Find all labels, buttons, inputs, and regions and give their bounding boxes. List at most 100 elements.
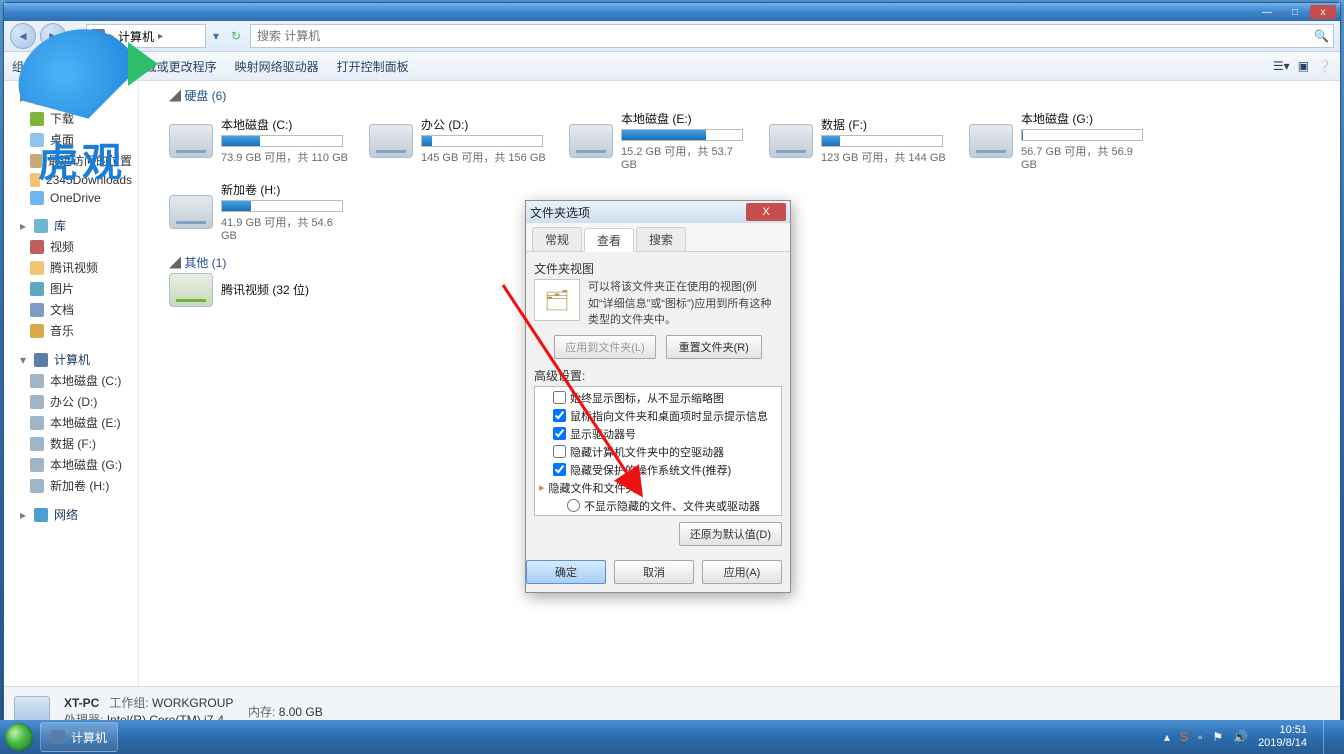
advanced-setting-item[interactable]: 显示驱动器号 <box>539 425 777 443</box>
sidebar-network[interactable]: ▸网络 <box>4 504 138 525</box>
sidebar-desktop[interactable]: 桌面 <box>4 129 138 150</box>
sidebar-drive-c[interactable]: 本地磁盘 (C:) <box>4 370 138 391</box>
sidebar-drive-d[interactable]: 办公 (D:) <box>4 391 138 412</box>
sidebar-pictures[interactable]: 图片 <box>4 278 138 299</box>
ok-button[interactable]: 确定 <box>526 560 606 584</box>
system-properties-button[interactable]: 系统属性 <box>67 58 115 75</box>
close-button[interactable]: x <box>1310 5 1336 19</box>
drive-item[interactable]: 新加卷 (H:) 41.9 GB 可用，共 54.6 GB <box>169 181 349 242</box>
advanced-setting-item[interactable]: 隐藏受保护的操作系统文件(推荐) <box>539 461 777 479</box>
sidebar-txvideo[interactable]: 腾讯视频 <box>4 257 138 278</box>
sidebar-documents[interactable]: 文档 <box>4 299 138 320</box>
search-box[interactable]: 🔍 <box>250 24 1334 48</box>
sidebar-downloads[interactable]: 下载 <box>4 108 138 129</box>
folder-icon <box>30 261 44 275</box>
drive-item[interactable]: 本地磁盘 (G:) 56.7 GB 可用，共 56.9 GB <box>969 110 1149 171</box>
group-hdd-header[interactable]: ◢ 硬盘 (6) <box>169 85 1330 106</box>
show-desktop-button[interactable] <box>1323 720 1336 754</box>
video-icon <box>30 240 44 254</box>
dialog-tabs: 常规 查看 搜索 <box>526 223 790 252</box>
tab-view[interactable]: 查看 <box>584 228 634 252</box>
map-network-drive-button[interactable]: 映射网络驱动器 <box>235 58 319 75</box>
drive-item[interactable]: 本地磁盘 (C:) 73.9 GB 可用，共 110 GB <box>169 110 349 171</box>
tray-volume-icon[interactable]: 🔊 <box>1233 730 1248 744</box>
minimize-button[interactable]: — <box>1254 5 1280 19</box>
tray-app-icon[interactable]: S <box>1180 730 1188 744</box>
drive-item[interactable]: 办公 (D:) 145 GB 可用，共 156 GB <box>369 110 549 171</box>
drive-name: 本地磁盘 (G:) <box>1021 110 1149 127</box>
sidebar-videos[interactable]: 视频 <box>4 236 138 257</box>
tray-clock[interactable]: 10:51 2019/8/14 <box>1258 724 1307 750</box>
advanced-settings-list[interactable]: 始终显示图标，从不显示缩略图鼠标指向文件夹和桌面项时显示提示信息显示驱动器号隐藏… <box>534 386 782 516</box>
refresh-icon[interactable]: ↻ <box>226 25 246 47</box>
music-icon <box>30 324 44 338</box>
nav-back-button[interactable]: ◄ <box>10 23 36 49</box>
sidebar-2345downloads[interactable]: 2345Downloads <box>4 171 138 189</box>
tray-chevron-icon[interactable]: ▴ <box>1164 730 1170 744</box>
drive-usage-bar <box>621 129 743 141</box>
nav-forward-button[interactable]: ► <box>40 23 66 49</box>
advanced-setting-item[interactable]: 显示隐藏的文件、文件夹和驱动器 <box>539 515 777 516</box>
radio-input[interactable] <box>567 499 580 512</box>
sidebar-drive-g[interactable]: 本地磁盘 (G:) <box>4 454 138 475</box>
recent-icon <box>30 154 42 168</box>
drive-usage-bar <box>421 135 543 147</box>
advanced-setting-item[interactable]: 始终显示图标，从不显示缩略图 <box>539 389 777 407</box>
advanced-setting-item[interactable]: ▸隐藏文件和文件夹 <box>539 479 777 497</box>
breadcrumb-dropdown[interactable]: ▾ <box>210 29 222 43</box>
tab-general[interactable]: 常规 <box>532 227 582 251</box>
reset-folders-button[interactable]: 重置文件夹(R) <box>666 335 762 359</box>
apply-button[interactable]: 应用(A) <box>702 560 782 584</box>
sidebar-onedrive[interactable]: OneDrive <box>4 189 138 207</box>
checkbox-input[interactable] <box>553 409 566 422</box>
help-icon[interactable]: ❔ <box>1317 59 1332 73</box>
advanced-setting-item[interactable]: 鼠标指向文件夹和桌面项时显示提示信息 <box>539 407 777 425</box>
sidebar-favorites[interactable]: ▸收藏夹 <box>4 87 138 108</box>
preview-pane-icon[interactable]: ▣ <box>1298 59 1309 73</box>
dialog-close-button[interactable]: X <box>746 203 786 221</box>
dialog-titlebar[interactable]: 文件夹选项 X <box>526 201 790 223</box>
cancel-button[interactable]: 取消 <box>614 560 694 584</box>
taskbar-item-explorer[interactable]: 计算机 <box>40 722 118 752</box>
drive-item[interactable]: 数据 (F:) 123 GB 可用，共 144 GB <box>769 110 949 171</box>
search-input[interactable] <box>255 28 1314 44</box>
restore-defaults-button[interactable]: 还原为默认值(D) <box>679 522 782 546</box>
drive-usage-text: 73.9 GB 可用，共 110 GB <box>221 149 349 165</box>
tray-action-icon[interactable]: ▫ <box>1198 730 1202 744</box>
drive-icon <box>369 124 413 158</box>
uninstall-programs-button[interactable]: 卸载或更改程序 <box>133 58 217 75</box>
drive-name: 本地磁盘 (E:) <box>621 110 749 127</box>
sidebar-computer[interactable]: ▾计算机 <box>4 349 138 370</box>
nav-history-dropdown[interactable]: ▾ <box>70 29 82 43</box>
maximize-button[interactable]: □ <box>1282 5 1308 19</box>
sidebar-drive-h[interactable]: 新加卷 (H:) <box>4 475 138 496</box>
sidebar-drive-f[interactable]: 数据 (F:) <box>4 433 138 454</box>
dialog-title: 文件夹选项 <box>530 204 746 221</box>
tray-flag-icon[interactable]: ⚑ <box>1212 730 1223 744</box>
window-titlebar: — □ x <box>4 3 1340 21</box>
drive-icon <box>30 437 44 451</box>
drive-item[interactable]: 本地磁盘 (E:) 15.2 GB 可用，共 53.7 GB <box>569 110 749 171</box>
sidebar-music[interactable]: 音乐 <box>4 320 138 341</box>
apply-to-folders-button[interactable]: 应用到文件夹(L) <box>554 335 655 359</box>
drive-usage-text: 145 GB 可用，共 156 GB <box>421 149 549 165</box>
checkbox-input[interactable] <box>553 427 566 440</box>
breadcrumb[interactable]: ▸ 计算机 ▸ <box>86 24 206 48</box>
start-button[interactable] <box>0 720 38 754</box>
advanced-setting-item[interactable]: 不显示隐藏的文件、文件夹或驱动器 <box>539 497 777 515</box>
drive-icon <box>30 395 44 409</box>
drive-icon <box>169 195 213 229</box>
sidebar-drive-e[interactable]: 本地磁盘 (E:) <box>4 412 138 433</box>
checkbox-input[interactable] <box>553 391 566 404</box>
sidebar-libraries[interactable]: ▸库 <box>4 215 138 236</box>
checkbox-input[interactable] <box>553 463 566 476</box>
open-control-panel-button[interactable]: 打开控制面板 <box>337 58 409 75</box>
checkbox-input[interactable] <box>553 445 566 458</box>
advanced-setting-item[interactable]: 隐藏计算机文件夹中的空驱动器 <box>539 443 777 461</box>
view-options-icon[interactable]: ☰▾ <box>1273 59 1290 73</box>
command-bar: 组织 系统属性 卸载或更改程序 映射网络驱动器 打开控制面板 ☰▾ ▣ ❔ <box>4 52 1340 81</box>
tab-search[interactable]: 搜索 <box>636 227 686 251</box>
sidebar-recent[interactable]: 最近访问的位置 <box>4 150 138 171</box>
organize-menu[interactable]: 组织 <box>12 58 49 75</box>
status-memory: 8.00 GB <box>279 705 323 719</box>
